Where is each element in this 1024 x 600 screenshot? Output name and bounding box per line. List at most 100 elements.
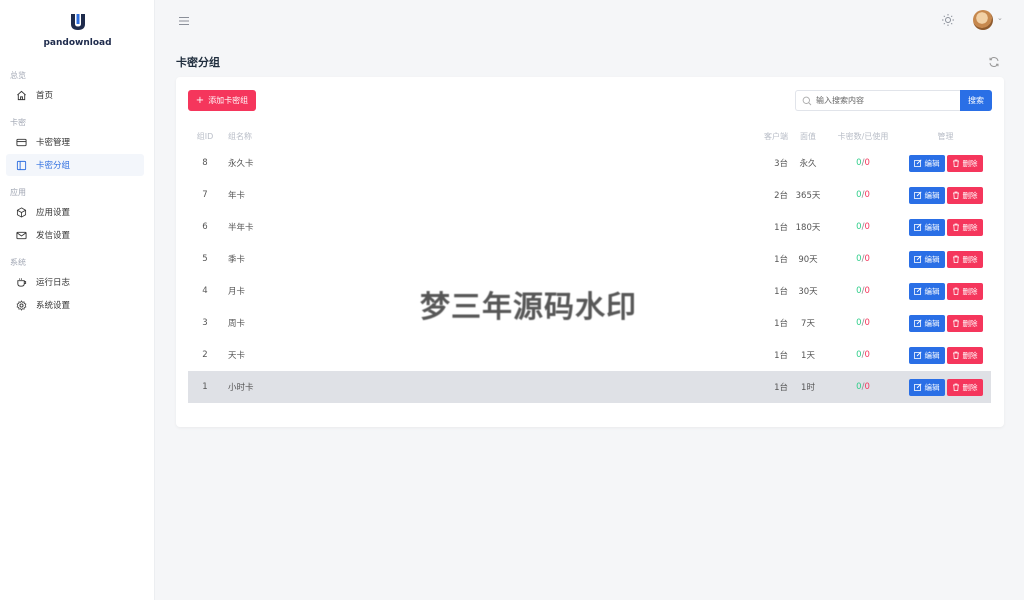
delete-button[interactable]: 删除 xyxy=(946,154,983,172)
header-face-value: 面值 xyxy=(800,131,816,141)
chevron-down-icon[interactable]: ⌄ xyxy=(997,14,1003,22)
cell-client: 1台 xyxy=(774,255,788,265)
count-used: 0 xyxy=(864,382,870,392)
sidebar-item-card-manage[interactable]: 卡密管理 xyxy=(6,131,144,153)
delete-button[interactable]: 删除 xyxy=(946,346,983,364)
cell-id: 8 xyxy=(202,158,208,168)
delete-button[interactable]: 删除 xyxy=(946,250,983,268)
delete-button[interactable]: 删除 xyxy=(946,186,983,204)
cell-card-count: 0/0 xyxy=(828,339,898,371)
edit-icon xyxy=(913,383,922,391)
edit-label: 编辑 xyxy=(924,350,940,360)
delete-button[interactable]: 删除 xyxy=(946,282,983,300)
cell-actions: 编辑 删除 xyxy=(903,275,988,307)
edit-icon xyxy=(913,287,922,295)
edit-button[interactable]: 编辑 xyxy=(908,378,945,396)
edit-label: 编辑 xyxy=(924,222,940,232)
nav-section-system: 系统 xyxy=(10,258,26,267)
header-id: 组ID xyxy=(196,131,214,141)
edit-button[interactable]: 编辑 xyxy=(908,346,945,364)
trash-icon xyxy=(952,255,959,263)
cell-face-value: 1时 xyxy=(801,383,815,393)
sidebar-item-run-log[interactable]: 运行日志 xyxy=(6,271,144,293)
table-row: 2 天卡 1台 1天 0/0 编辑 删除 xyxy=(188,339,991,371)
cell-id: 1 xyxy=(202,382,208,392)
count-used: 0 xyxy=(864,286,870,296)
edit-icon xyxy=(913,351,922,359)
edit-button[interactable]: 编辑 xyxy=(908,186,945,204)
trash-icon xyxy=(952,351,959,359)
cell-card-count: 0/0 xyxy=(828,307,898,339)
cell-face-value: 365天 xyxy=(795,191,821,201)
sidebar-item-app-settings[interactable]: 应用设置 xyxy=(6,201,144,223)
sidebar-item-card-group[interactable]: 卡密分组 xyxy=(6,154,144,176)
count-used: 0 xyxy=(864,190,870,200)
edit-button[interactable]: 编辑 xyxy=(908,314,945,332)
refresh-icon[interactable] xyxy=(988,56,1000,68)
nav-section-cards: 卡密 xyxy=(10,118,26,127)
delete-button[interactable]: 删除 xyxy=(946,218,983,236)
cell-card-count: 0/0 xyxy=(828,147,898,179)
edit-button[interactable]: 编辑 xyxy=(908,154,945,172)
sidebar-layout-icon xyxy=(14,158,28,172)
sidebar-item-system-settings[interactable]: 系统设置 xyxy=(6,294,144,316)
cell-name: 季卡 xyxy=(228,255,246,265)
cell-name: 周卡 xyxy=(228,319,246,329)
search-button[interactable]: 搜索 xyxy=(960,90,992,111)
delete-label: 删除 xyxy=(962,350,978,360)
delete-label: 删除 xyxy=(962,382,978,392)
cell-face-value: 永久 xyxy=(799,159,817,169)
add-group-label: 添加卡密组 xyxy=(208,96,249,105)
search-box xyxy=(795,90,960,111)
trash-icon xyxy=(952,319,959,327)
page-title: 卡密分组 xyxy=(176,56,220,69)
edit-label: 编辑 xyxy=(924,286,940,296)
sidebar-item-label: 首页 xyxy=(36,91,54,101)
menu-icon[interactable] xyxy=(177,14,191,28)
cell-id: 5 xyxy=(202,254,208,264)
cell-name: 半年卡 xyxy=(228,223,254,233)
edit-icon xyxy=(913,223,922,231)
cell-card-count: 0/0 xyxy=(828,179,898,211)
sidebar-item-label: 运行日志 xyxy=(36,278,71,288)
header-name: 组名称 xyxy=(228,131,252,141)
delete-label: 删除 xyxy=(962,158,978,168)
edit-icon xyxy=(913,319,922,327)
delete-button[interactable]: 删除 xyxy=(946,378,983,396)
table-row: 7 年卡 2台 365天 0/0 编辑 删除 xyxy=(188,179,991,211)
cell-actions: 编辑 删除 xyxy=(903,371,988,403)
sidebar-item-label: 卡密分组 xyxy=(36,161,71,171)
delete-button[interactable]: 删除 xyxy=(946,314,983,332)
table-row: 8 永久卡 3台 永久 0/0 编辑 删除 xyxy=(188,147,991,179)
logo[interactable]: pandownload xyxy=(0,12,155,48)
avatar[interactable] xyxy=(973,10,993,30)
cell-name: 小时卡 xyxy=(228,383,254,393)
count-used: 0 xyxy=(864,318,870,328)
sun-icon[interactable] xyxy=(941,13,955,27)
search-input[interactable] xyxy=(816,96,946,105)
count-used: 0 xyxy=(864,350,870,360)
cell-name: 天卡 xyxy=(228,351,246,361)
sidebar-item-home[interactable]: 首页 xyxy=(6,84,144,106)
header-client: 客户端 xyxy=(764,131,788,141)
sidebar-item-mail-settings[interactable]: 发信设置 xyxy=(6,224,144,246)
cell-id: 4 xyxy=(202,286,208,296)
mail-icon xyxy=(14,228,28,242)
cell-name: 年卡 xyxy=(228,191,246,201)
count-used: 0 xyxy=(864,158,870,168)
cell-card-count: 0/0 xyxy=(828,243,898,275)
edit-button[interactable]: 编辑 xyxy=(908,282,945,300)
header-card-count: 卡密数/已使用 xyxy=(837,131,889,141)
cup-icon xyxy=(14,275,28,289)
edit-button[interactable]: 编辑 xyxy=(908,250,945,268)
cell-face-value: 180天 xyxy=(795,223,821,233)
cell-actions: 编辑 删除 xyxy=(903,211,988,243)
add-group-button[interactable]: + 添加卡密组 xyxy=(188,90,256,111)
plus-icon: + xyxy=(195,94,205,106)
group-card: + 添加卡密组 搜索 组ID 组名称 客户端 面值 卡密数/已使用 管理 8 永… xyxy=(176,77,1004,427)
edit-button[interactable]: 编辑 xyxy=(908,218,945,236)
trash-icon xyxy=(952,383,959,391)
home-icon xyxy=(14,88,28,102)
cell-card-count: 0/0 xyxy=(828,275,898,307)
trash-icon xyxy=(952,159,959,167)
